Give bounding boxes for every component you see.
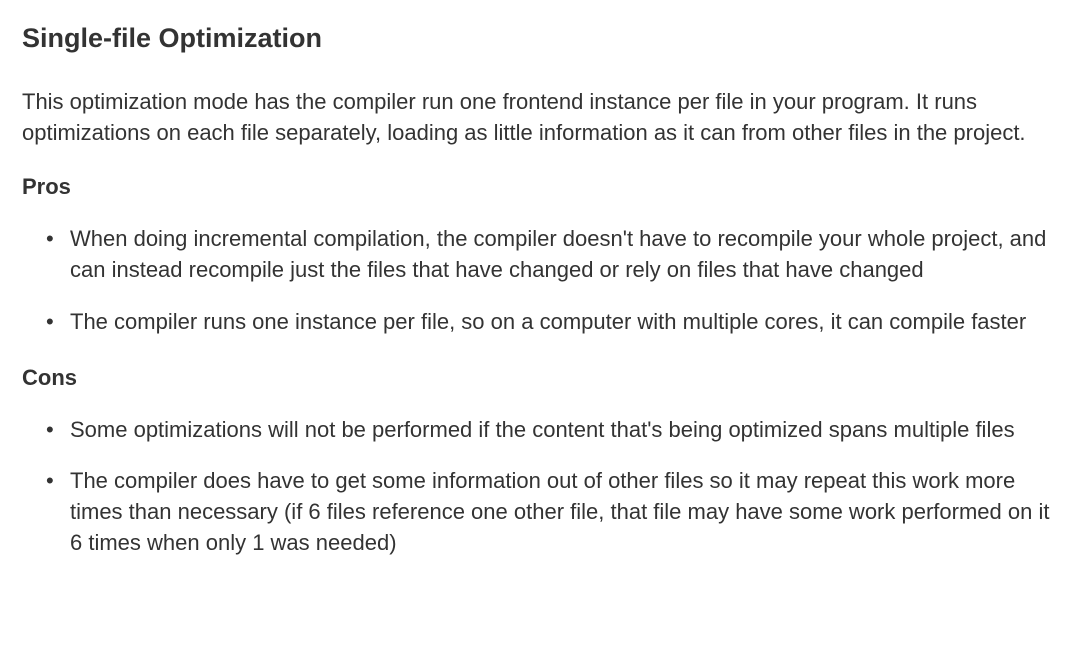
section-intro-paragraph: This optimization mode has the compiler … [22,86,1058,148]
list-item: The compiler does have to get some infor… [70,465,1058,559]
cons-list: Some optimizations will not be performed… [22,414,1058,559]
pros-list: When doing incremental compilation, the … [22,223,1058,337]
cons-heading: Cons [22,363,1058,394]
pros-heading: Pros [22,172,1058,203]
list-item: The compiler runs one instance per file,… [70,306,1058,337]
list-item: Some optimizations will not be performed… [70,414,1058,445]
list-item: When doing incremental compilation, the … [70,223,1058,285]
section-title: Single-file Optimization [22,20,1058,58]
